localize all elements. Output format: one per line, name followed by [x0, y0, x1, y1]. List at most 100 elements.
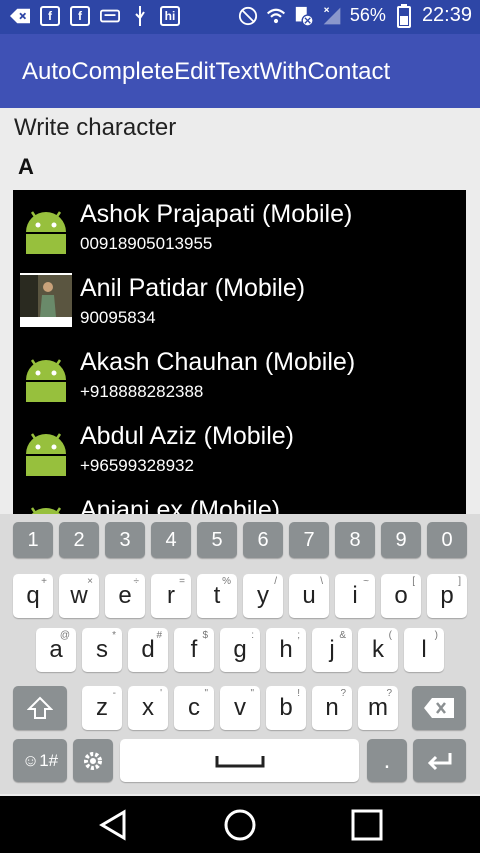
enter-key[interactable] [413, 739, 466, 782]
recents-square-icon [351, 809, 383, 841]
number-key[interactable]: 2 [59, 522, 99, 558]
letter-key[interactable]: n? [312, 686, 352, 730]
letter-key[interactable]: k( [358, 628, 398, 672]
key-letter: l [421, 636, 427, 663]
shift-key[interactable] [13, 686, 67, 730]
key-hint: ! [297, 688, 300, 699]
key-hint: ~ [363, 576, 369, 587]
back-triangle-icon [99, 809, 126, 841]
android-avatar-icon [20, 202, 72, 254]
facebook-icon: f [70, 6, 90, 26]
letter-key[interactable]: y / [243, 574, 283, 618]
contact-suggestion-item[interactable]: Abdul Aziz (Mobile) +96599328932 [13, 412, 466, 486]
key-letter: o [394, 582, 408, 609]
wifi-icon [266, 6, 286, 26]
hike-icon: hi [160, 6, 180, 26]
mute-icon [238, 6, 258, 26]
navigation-bar [0, 796, 480, 853]
write-character-label: Write character [14, 114, 177, 141]
home-circle-icon [224, 809, 256, 841]
contact-suggestion-item[interactable]: Akash Chauhan (Mobile) +918888282388 [13, 338, 466, 412]
settings-key[interactable] [73, 739, 113, 782]
letter-key[interactable]: f $ [174, 628, 214, 672]
letter-key[interactable]: h; [266, 628, 306, 672]
number-key[interactable]: 9 [381, 522, 421, 558]
key-letter: f [190, 636, 198, 663]
key-hint: \ [320, 576, 323, 587]
key-letter: z [96, 694, 108, 721]
symbols-key[interactable]: ☺1# [13, 739, 67, 782]
autocomplete-input[interactable]: A [18, 154, 34, 180]
backspace-key[interactable] [412, 686, 466, 730]
letter-key[interactable]: e ÷ [105, 574, 145, 618]
number-key[interactable]: 4 [151, 522, 191, 558]
key-hint: ? [386, 688, 392, 699]
number-key[interactable]: 8 [335, 522, 375, 558]
key-letter: b [279, 694, 293, 721]
letter-key[interactable]: p] [427, 574, 467, 618]
recents-button[interactable] [350, 808, 384, 842]
key-letter: p [440, 582, 454, 609]
contact-number: +96599328932 [80, 456, 194, 475]
key-letter: x [142, 694, 154, 721]
number-key[interactable]: 6 [243, 522, 283, 558]
letter-key[interactable]: c " [174, 686, 214, 730]
key-letter: j [329, 636, 335, 663]
letter-key[interactable]: q + [13, 574, 53, 618]
battery-percent: 56% [349, 5, 386, 25]
letter-key[interactable]: r = [151, 574, 191, 618]
key-letter: q [26, 582, 40, 609]
number-key[interactable]: 1 [13, 522, 53, 558]
sim-icon [294, 6, 314, 27]
letter-key[interactable]: s * [82, 628, 122, 672]
back-arrow-icon [10, 6, 30, 26]
key-hint: # [156, 630, 162, 641]
back-button[interactable] [96, 808, 130, 842]
letter-key[interactable]: o[ [381, 574, 421, 618]
key-hint: [ [412, 576, 415, 587]
key-hint: ] [458, 576, 461, 587]
key-hint: ; [297, 630, 300, 641]
letter-key[interactable]: t% [197, 574, 237, 618]
number-key[interactable]: 3 [105, 522, 145, 558]
letter-key[interactable]: g: [220, 628, 260, 672]
contact-name: Ashok Prajapati (Mobile) [80, 200, 353, 228]
letter-key[interactable]: b! [266, 686, 306, 730]
key-hint: " [204, 688, 208, 699]
letter-key[interactable]: j & [312, 628, 352, 672]
number-key[interactable]: 7 [289, 522, 329, 558]
letter-key[interactable]: l) [404, 628, 444, 672]
key-hint: $ [202, 630, 208, 641]
period-key[interactable]: . [367, 739, 407, 782]
home-button[interactable] [223, 808, 257, 842]
key-hint: / [274, 576, 277, 587]
facebook-icon: f [40, 6, 60, 26]
letter-key[interactable]: i ~ [335, 574, 375, 618]
contact-suggestions-dropdown[interactable]: Ashok Prajapati (Mobile) 00918905013955 An… [13, 190, 466, 514]
contact-suggestion-item[interactable]: Anil Patidar (Mobile) 90095834 [13, 264, 466, 338]
signal-icon [322, 6, 342, 26]
key-letter: y [257, 582, 269, 609]
key-letter: k [372, 636, 384, 663]
space-key[interactable] [120, 739, 359, 782]
letter-key[interactable]: v " [220, 686, 260, 730]
key-hint: ÷ [133, 576, 140, 587]
key-letter: h [279, 636, 293, 663]
letter-key[interactable]: w × [59, 574, 99, 618]
key-hint: : [251, 630, 254, 641]
letter-key[interactable]: d # [128, 628, 168, 672]
contact-suggestion-item[interactable]: Anjani ex (Mobile) [13, 486, 466, 514]
letter-key[interactable]: u \ [289, 574, 329, 618]
number-key[interactable]: 5 [197, 522, 237, 558]
contact-suggestion-item[interactable]: Ashok Prajapati (Mobile) 00918905013955 [13, 190, 466, 264]
letter-key[interactable]: a @ [36, 628, 76, 672]
letter-key[interactable]: m? [358, 686, 398, 730]
letter-key[interactable]: z- [82, 686, 122, 730]
key-letter: u [302, 582, 316, 609]
number-key[interactable]: 0 [427, 522, 467, 558]
letter-key[interactable]: x ' [128, 686, 168, 730]
contact-number: 90095834 [80, 308, 156, 327]
clock: 22:39 [421, 4, 472, 26]
key-letter: e [118, 582, 132, 609]
key-hint: ( [388, 630, 392, 641]
